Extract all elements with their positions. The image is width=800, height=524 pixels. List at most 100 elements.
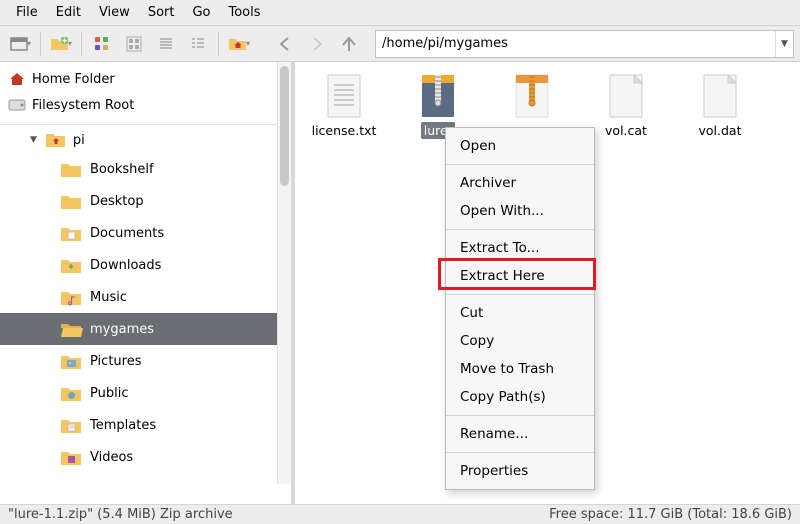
file-label: vol.cat — [602, 122, 650, 139]
tree-item-desktop[interactable]: Desktop — [0, 185, 291, 217]
sidebar-scrollbar[interactable] — [277, 62, 291, 484]
ctx-copy[interactable]: Copy — [446, 327, 594, 355]
tree-item-label: Downloads — [90, 258, 161, 273]
view-thumb-button[interactable] — [120, 30, 148, 58]
compact-view-icon — [158, 36, 174, 52]
tree-item-downloads[interactable]: Downloads — [0, 249, 291, 281]
thumb-view-icon — [126, 36, 142, 52]
menu-sort[interactable]: Sort — [140, 1, 183, 24]
tree-root[interactable]: ▼ pi — [0, 127, 291, 153]
place-root[interactable]: Filesystem Root — [0, 92, 291, 118]
folder-open-icon — [60, 320, 82, 338]
menu-separator — [446, 452, 594, 453]
new-tab-button[interactable]: ▾ — [6, 30, 34, 58]
place-label: Filesystem Root — [32, 98, 134, 113]
tree-item-pictures[interactable]: Pictures — [0, 345, 291, 377]
ctx-open-with[interactable]: Open With... — [446, 197, 594, 225]
menu-go[interactable]: Go — [184, 1, 218, 24]
menu-edit[interactable]: Edit — [48, 1, 89, 24]
place-label: Home Folder — [32, 72, 115, 87]
tree-item-videos[interactable]: Videos — [0, 441, 291, 473]
status-freespace: Free space: 11.7 GiB (Total: 18.6 GiB) — [549, 507, 792, 522]
scrollbar-thumb[interactable] — [280, 66, 289, 186]
tree-item-label: Videos — [90, 450, 133, 465]
places-list: Home Folder Filesystem Root — [0, 62, 291, 122]
status-bar: "lure-1.1.zip" (5.4 MiB) Zip archive Fre… — [0, 504, 800, 524]
nav-forward-button[interactable] — [303, 30, 331, 58]
context-menu: Open ArchiverOpen With... Extract To...Ext… — [445, 127, 595, 490]
list-view-icon — [190, 36, 206, 52]
zip-blue-icon — [413, 72, 463, 120]
tree-item-label: Pictures — [90, 354, 141, 369]
zip-orange-icon — [507, 72, 557, 120]
tree-item-public[interactable]: Public — [0, 377, 291, 409]
folder-plus-icon — [50, 36, 70, 52]
tab-icon — [9, 35, 29, 53]
nav-up-button[interactable] — [335, 30, 363, 58]
folder-open-icon — [45, 131, 67, 149]
tree-item-music[interactable]: Music — [0, 281, 291, 313]
home-icon — [8, 70, 26, 88]
tree-item-label: Templates — [90, 418, 156, 433]
menu-file[interactable]: File — [8, 1, 46, 24]
folder-doc-icon — [60, 224, 82, 242]
path-input[interactable] — [376, 36, 775, 51]
tree-item-label: Documents — [90, 226, 164, 241]
ctx-rename[interactable]: Rename... — [446, 420, 594, 448]
separator — [218, 32, 219, 56]
separator — [81, 32, 82, 56]
nav-back-button[interactable] — [271, 30, 299, 58]
folder-music-icon — [60, 288, 82, 306]
main-split: Home Folder Filesystem Root ▼ pi Bookshe… — [0, 62, 800, 504]
menubar: File Edit View Sort Go Tools — [0, 0, 800, 26]
path-bar: ▼ — [375, 30, 794, 58]
status-selection: "lure-1.1.zip" (5.4 MiB) Zip archive — [8, 507, 233, 522]
tree-item-documents[interactable]: Documents — [0, 217, 291, 249]
tree-item-mygames[interactable]: mygames — [0, 313, 291, 345]
tree-item-bookshelf[interactable]: Bookshelf — [0, 153, 291, 185]
arrow-up-icon — [340, 35, 358, 53]
path-dropdown-button[interactable]: ▼ — [775, 31, 793, 57]
file-item[interactable]: vol.dat — [679, 72, 761, 139]
ctx-extract-to[interactable]: Extract To... — [446, 234, 594, 262]
ctx-move-to-trash[interactable]: Move to Trash — [446, 355, 594, 383]
view-list-button[interactable] — [184, 30, 212, 58]
arrow-left-icon — [276, 35, 294, 53]
ctx-extract-here[interactable]: Extract Here — [446, 262, 594, 290]
toolbar: ▾ ▾ ▾ ▼ — [0, 26, 800, 62]
tree-item-label: Music — [90, 290, 127, 305]
menu-view[interactable]: View — [91, 1, 138, 24]
folder-pub-icon — [60, 384, 82, 402]
sidebar: Home Folder Filesystem Root ▼ pi Bookshe… — [0, 62, 295, 504]
disclosure-triangle-icon[interactable]: ▼ — [30, 135, 37, 145]
ctx-properties[interactable]: Properties — [446, 457, 594, 485]
tree-item-label: Public — [90, 386, 128, 401]
ctx-open[interactable]: Open — [446, 132, 594, 160]
new-folder-button[interactable]: ▾ — [47, 30, 75, 58]
arrow-right-icon — [308, 35, 326, 53]
view-compact-button[interactable] — [152, 30, 180, 58]
ctx-archiver[interactable]: Archiver — [446, 169, 594, 197]
view-icons-button[interactable] — [88, 30, 116, 58]
text-icon — [319, 72, 369, 120]
folder-pic-icon — [60, 352, 82, 370]
ctx-copy-path-s[interactable]: Copy Path(s) — [446, 383, 594, 411]
tree-item-label: mygames — [90, 322, 154, 337]
tree-root-label: pi — [73, 133, 85, 148]
tree-item-templates[interactable]: Templates — [0, 409, 291, 441]
folder-dl-icon — [60, 256, 82, 274]
place-home[interactable]: Home Folder — [0, 66, 291, 92]
folder-icon — [60, 192, 82, 210]
menu-separator — [446, 294, 594, 295]
menu-tools[interactable]: Tools — [221, 1, 269, 24]
home-button[interactable]: ▾ — [225, 30, 253, 58]
folder-tpl-icon — [60, 416, 82, 434]
file-item[interactable]: license.txt — [303, 72, 385, 139]
grid-icon — [94, 36, 110, 52]
file-label: license.txt — [309, 122, 380, 139]
file-item[interactable]: vol.cat — [585, 72, 667, 139]
file-label: vol.dat — [696, 122, 745, 139]
menu-separator — [446, 164, 594, 165]
ctx-cut[interactable]: Cut — [446, 299, 594, 327]
tree-item-label: Desktop — [90, 194, 144, 209]
